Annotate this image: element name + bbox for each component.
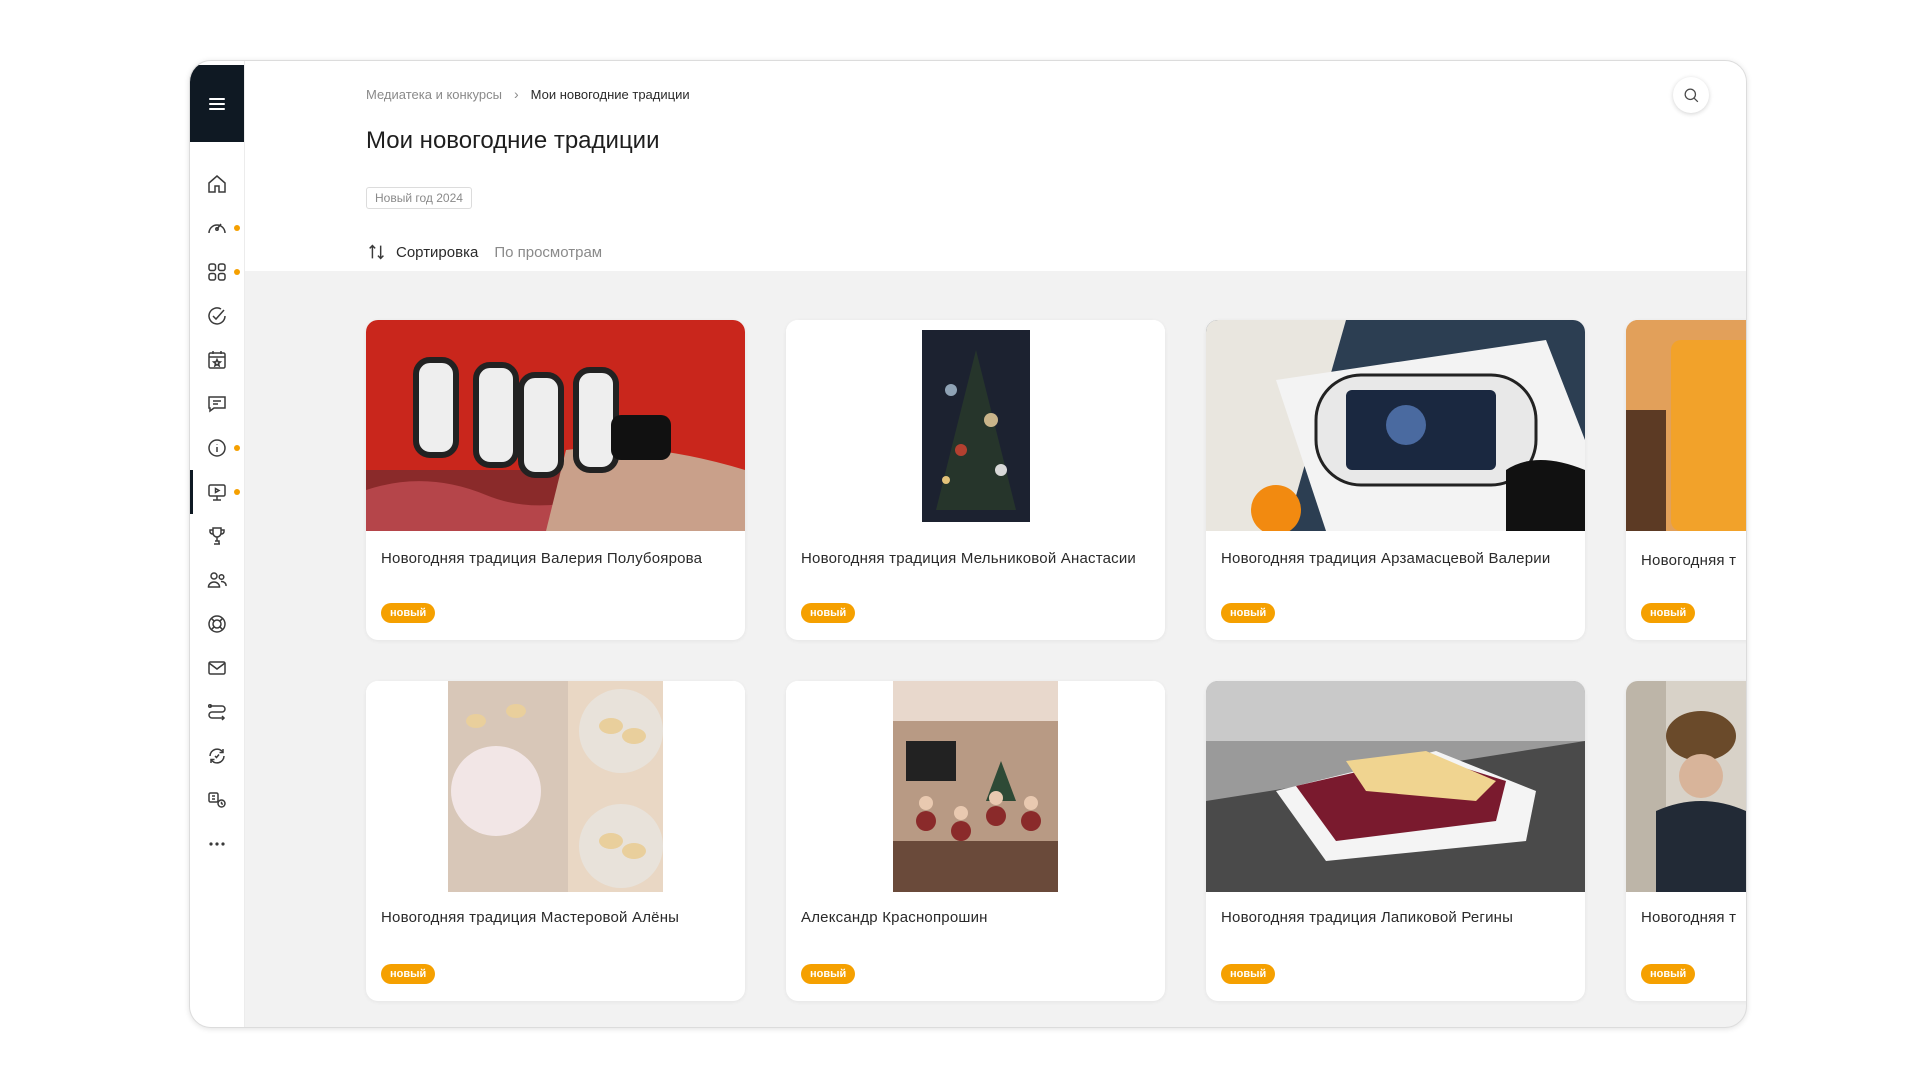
new-badge: новый <box>381 603 436 623</box>
hamburger-icon <box>209 97 225 110</box>
info-icon <box>208 439 226 457</box>
card-title: Новогодняя традиция Мастеровой Алёны <box>381 909 680 926</box>
breadcrumb: Медиатека и конкурсы › Мои новогодние тр… <box>366 86 690 102</box>
lifebuoy-icon <box>208 615 226 633</box>
route-icon <box>207 703 226 721</box>
apps-grid-icon <box>208 263 226 281</box>
sort-arrows-icon <box>369 244 384 260</box>
card-thumbnail <box>366 681 745 892</box>
sidebar-item-routes[interactable] <box>190 690 244 734</box>
new-badge: новый <box>801 964 856 984</box>
notification-dot <box>234 489 240 495</box>
new-badge: новый <box>801 603 856 623</box>
sidebar-item-messages[interactable] <box>190 382 244 426</box>
media-card[interactable]: Александр Краснопрошин новый <box>786 681 1165 1001</box>
card-title: Новогодняя т <box>1641 909 1737 926</box>
app-window: Медиатека и конкурсы › Мои новогодние тр… <box>189 60 1747 1028</box>
media-card[interactable]: Новогодняя традиция Мастеровой Алёны нов… <box>366 681 745 1001</box>
people-icon <box>207 572 227 588</box>
card-thumbnail <box>1206 681 1585 892</box>
sync-icon <box>209 748 225 764</box>
notification-dot <box>234 225 240 231</box>
sidebar-item-tasks[interactable] <box>190 294 244 338</box>
sort-label[interactable]: Сортировка <box>396 244 478 261</box>
media-card[interactable]: Новогодняя т новый <box>1626 320 1746 640</box>
sidebar-item-contests[interactable] <box>190 514 244 558</box>
media-screen-icon <box>208 484 226 501</box>
card-thumbnail <box>1626 681 1746 892</box>
notification-dot <box>234 269 240 275</box>
check-circle-icon <box>208 307 226 325</box>
sort-control[interactable]: Сортировка По просмотрам <box>366 241 602 263</box>
breadcrumb-separator-icon: › <box>513 86 519 102</box>
sidebar-item-mail[interactable] <box>190 646 244 690</box>
card-thumbnail <box>786 681 1165 892</box>
page-title: Мои новогодние традиции <box>366 127 660 154</box>
calendar-star-icon <box>208 351 226 369</box>
media-card[interactable]: Новогодняя традиция Мельниковой Анастаси… <box>786 320 1165 640</box>
trophy-icon <box>209 527 225 545</box>
page-header: Медиатека и конкурсы › Мои новогодние тр… <box>245 61 1746 271</box>
sidebar-item-people[interactable] <box>190 558 244 602</box>
sidebar-item-apps[interactable] <box>190 250 244 294</box>
search-button[interactable] <box>1673 77 1709 113</box>
new-badge: новый <box>381 964 436 984</box>
new-badge: новый <box>1221 603 1276 623</box>
sidebar-item-home[interactable] <box>190 162 244 206</box>
mail-icon <box>208 661 226 675</box>
more-icon <box>209 842 225 846</box>
sidebar-item-sync[interactable] <box>190 734 244 778</box>
new-badge: новый <box>1641 603 1696 623</box>
card-thumbnail <box>1626 320 1746 531</box>
card-title: Новогодняя т <box>1641 552 1737 569</box>
card-thumbnail <box>786 320 1165 531</box>
card-title: Новогодняя традиция Лапиковой Регины <box>1221 909 1514 926</box>
card-title: Новогодняя традиция Арзамасцевой Валерии <box>1221 550 1551 567</box>
new-badge: новый <box>1221 964 1276 984</box>
sidebar-item-dashboard[interactable] <box>190 206 244 250</box>
media-card[interactable]: Новогодняя традиция Валерия Полубоярова … <box>366 320 745 640</box>
sidebar-item-info[interactable] <box>190 426 244 470</box>
menu-button[interactable] <box>190 65 244 142</box>
sidebar-item-more[interactable] <box>190 822 244 866</box>
sidebar <box>190 61 245 1027</box>
card-title: Александр Краснопрошин <box>801 909 988 926</box>
new-badge: новый <box>1641 964 1696 984</box>
card-thumbnail <box>1206 320 1585 531</box>
media-card[interactable]: Новогодняя традиция Лапиковой Регины нов… <box>1206 681 1585 1001</box>
card-title: Новогодняя традиция Мельниковой Анастаси… <box>801 550 1136 567</box>
card-title: Новогодняя традиция Валерия Полубоярова <box>381 550 703 567</box>
services-icon <box>208 792 226 808</box>
breadcrumb-parent-link[interactable]: Медиатека и конкурсы <box>366 87 502 102</box>
breadcrumb-current: Мои новогодние традиции <box>530 86 690 102</box>
chat-icon <box>208 396 226 413</box>
home-icon <box>208 175 226 193</box>
card-thumbnail <box>366 320 745 531</box>
main-content: Медиатека и конкурсы › Мои новогодние тр… <box>245 61 1746 1027</box>
tag-chip[interactable]: Новый год 2024 <box>366 187 472 209</box>
sidebar-item-services[interactable] <box>190 778 244 822</box>
search-icon <box>1684 88 1698 102</box>
media-card[interactable]: Новогодняя т новый <box>1626 681 1746 1001</box>
sidebar-item-media[interactable] <box>190 470 244 514</box>
notification-dot <box>234 445 240 451</box>
speedometer-icon <box>208 223 226 234</box>
sort-value[interactable]: По просмотрам <box>494 244 602 261</box>
media-card[interactable]: Новогодняя традиция Арзамасцевой Валерии… <box>1206 320 1585 640</box>
sidebar-item-calendar[interactable] <box>190 338 244 382</box>
sidebar-item-support[interactable] <box>190 602 244 646</box>
